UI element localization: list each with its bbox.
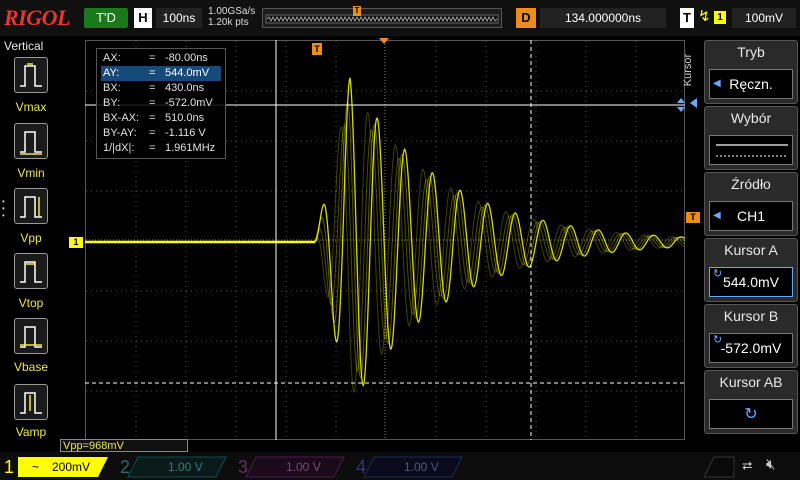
horizontal-scale-value[interactable]: 100ns [156, 8, 202, 28]
menu-select-value[interactable] [709, 135, 793, 165]
channel-3-number: 3 [238, 457, 249, 477]
menu-cursor-ab-title: Kursor AB [719, 374, 783, 390]
measure-vbase-button[interactable] [14, 318, 48, 354]
channel-4-number: 4 [356, 457, 367, 477]
vmax-icon [20, 63, 42, 87]
cursor-row-by: BY: = -572.0mV [103, 97, 213, 109]
channel-3-tab[interactable]: 3 1.00 V [232, 455, 346, 479]
horizontal-center-marker-icon [379, 38, 389, 44]
measure-category-title: Vertical [4, 39, 44, 53]
channel-4-scale: 1.00 V [404, 460, 439, 474]
channel-4-tab[interactable]: 4 1.00 V [350, 455, 464, 479]
rotary-knob-icon: ↻ [744, 406, 758, 423]
memory-trigger-marker: T [353, 6, 361, 16]
menu-cursor-ab-value[interactable]: ↻ [709, 399, 793, 429]
cursor-a-handle-icon[interactable] [676, 98, 686, 112]
ch1-offset-marker[interactable]: 1 [69, 237, 83, 248]
measure-vbase-label: Vbase [13, 360, 49, 374]
measure-vpp-label: Vpp [20, 231, 42, 245]
menu-select-title: Wybór [730, 110, 772, 126]
cursor-row-ax: AX: = -80.00ns [103, 52, 208, 64]
channel-2-number: 2 [120, 457, 131, 477]
channel-1-coupling-icon: ~ [32, 460, 40, 474]
menu-mode[interactable]: Tryb ◀ Ręczn. [704, 40, 798, 104]
cursor-row-by-ay: BY-AY: = -1.116 V [103, 127, 206, 139]
measure-vmin-label: Vmin [17, 166, 45, 180]
channel-2-tab[interactable]: 2 1.00 V [114, 455, 228, 479]
cursor-select-icon [716, 144, 788, 157]
channel-1-tab[interactable]: 1 ~ 200mV [0, 455, 110, 479]
menu-select[interactable]: Wybór [704, 106, 798, 170]
vamp-icon [20, 392, 42, 414]
menu-mode-title: Tryb [737, 44, 765, 60]
vpp-measurement-readout[interactable]: Vpp=968mV [60, 439, 188, 452]
collapse-arrow-icon[interactable] [690, 98, 698, 108]
menu-source-title: Źródło [731, 176, 771, 192]
channel-3-scale: 1.00 V [286, 460, 321, 474]
menu-source-value[interactable]: ◀ CH1 [709, 201, 793, 231]
select-arrow-icon: ◀ [713, 210, 721, 221]
cursor-row-inverse-dx: 1/|dX|: = 1.961MHz [103, 142, 216, 154]
trigger-status-badge[interactable]: T'D [84, 8, 128, 28]
memory-overview-bar [262, 8, 502, 28]
trigger-level-marker[interactable]: T [686, 212, 700, 223]
menu-cursor-ab[interactable]: Kursor AB ↻ [704, 370, 798, 434]
menu-cursor-b-value[interactable]: ↻ -572.0mV [709, 333, 793, 363]
select-arrow-icon: ◀ [713, 78, 721, 89]
menu-cursor-a-title: Kursor A [724, 242, 778, 258]
vmin-icon [20, 131, 42, 155]
menu-cursor-b[interactable]: Kursor B ↻ -572.0mV [704, 304, 798, 368]
cursor-row-bx-ax: BX-AX: = 510.0ns [103, 112, 205, 124]
channel-1-number: 1 [4, 457, 15, 477]
measure-vamp-label: Vamp [15, 425, 47, 439]
sound-muted-icon[interactable]: 🔇︎ [766, 456, 775, 473]
measure-vtop-label: Vtop [18, 296, 44, 310]
menu-cursor-a[interactable]: Kursor A ↻ 544.0mV [704, 238, 798, 302]
delay-label[interactable]: D [516, 8, 536, 28]
usb-icon: ⮂ [742, 458, 753, 473]
cursor-row-ay: AY: = 544.0mV [101, 66, 221, 81]
horizontal-label[interactable]: H [134, 8, 152, 28]
delay-value[interactable]: 134.000000ns [540, 8, 666, 28]
channel-tab-empty [703, 456, 735, 478]
trigger-source-badge[interactable]: 1 [714, 11, 726, 24]
memory-waveform-icon [265, 14, 499, 24]
memory-depth: 1.20k pts [208, 17, 249, 28]
menu-mode-value[interactable]: ◀ Ręczn. [709, 69, 793, 99]
measure-vamp-button[interactable] [14, 384, 48, 420]
menu-cursor-b-title: Kursor B [723, 308, 779, 324]
measure-vpp-button[interactable] [14, 188, 48, 224]
measure-vmin-button[interactable] [14, 123, 48, 159]
cursor-readout-table: AX: = -80.00ns AY: = 544.0mV BX: = 430.0ns BY:… [96, 48, 226, 159]
rising-edge-icon: ↯ [698, 8, 711, 25]
rotary-knob-icon: ↻ [713, 268, 723, 280]
trigger-label[interactable]: T [680, 8, 694, 28]
trigger-level-value[interactable]: 100mV [732, 8, 796, 28]
scroll-dots-icon: • • • [2, 197, 5, 220]
measure-vtop-button[interactable] [14, 253, 48, 289]
channel-2-scale: 1.00 V [168, 460, 203, 474]
menu-source[interactable]: Źródło ◀ CH1 [704, 172, 798, 236]
sample-rate: 1.00GSa/s [208, 6, 256, 17]
vpp-icon [20, 196, 42, 218]
trigger-position-marker[interactable]: T [312, 43, 322, 55]
menu-cursor-a-value[interactable]: ↻ 544.0mV [709, 267, 793, 297]
brand-logo: RIGOL [4, 5, 70, 30]
cursor-row-bx: BX: = 430.0ns [103, 82, 205, 94]
measure-vmax-label: Vmax [15, 100, 47, 114]
vtop-icon [20, 261, 42, 283]
measure-vmax-button[interactable] [14, 57, 48, 93]
rotary-knob-icon: ↻ [713, 334, 723, 346]
channel-1-scale: 200mV [52, 460, 91, 474]
vbase-icon [20, 326, 42, 348]
